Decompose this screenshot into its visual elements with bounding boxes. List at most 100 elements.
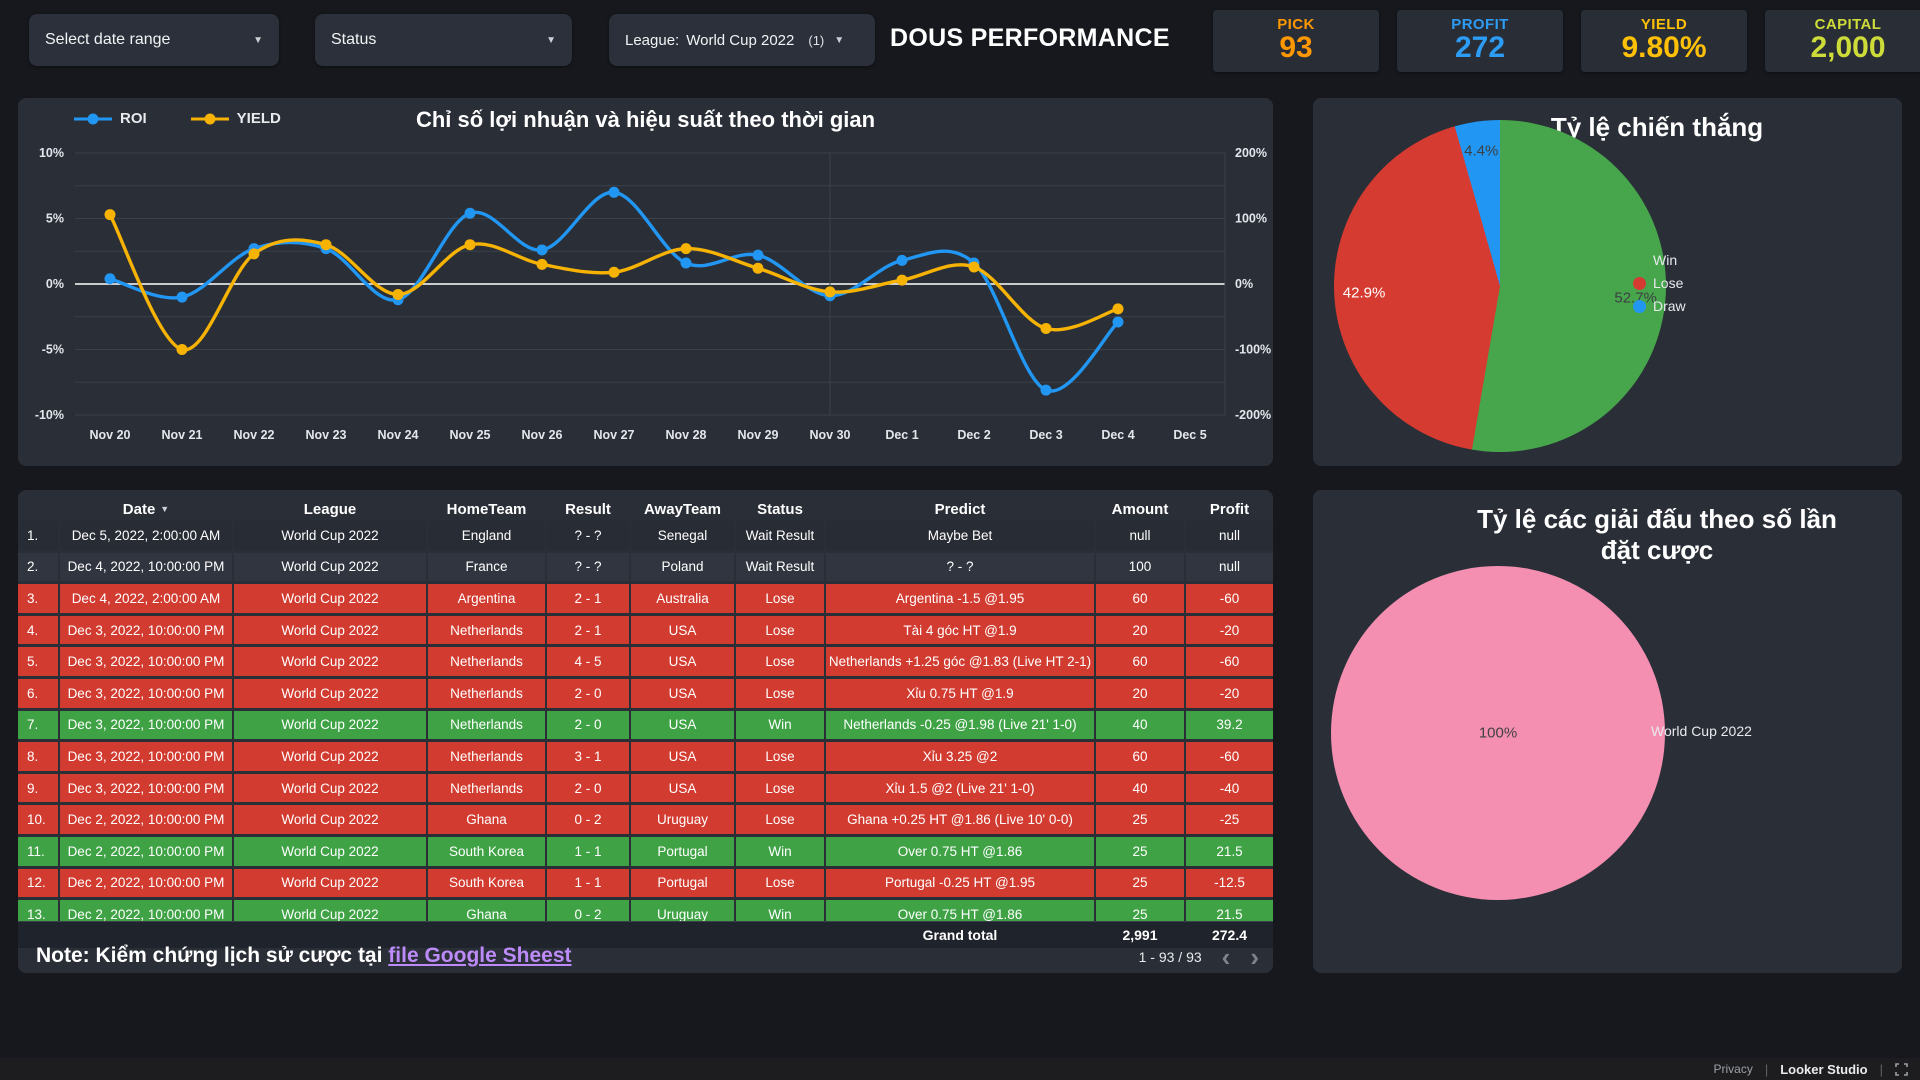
cell-status: Lose [736, 805, 824, 834]
cell-home: Netherlands [428, 742, 545, 771]
league-filter-value: World Cup 2022 [686, 31, 795, 49]
svg-text:Dec 3: Dec 3 [1029, 428, 1062, 442]
table-body: 1. Dec 5, 2022, 2:00:00 AM World Cup 2022 E… [18, 521, 1273, 921]
cell-num: 1. [18, 521, 58, 550]
table-row: 11. Dec 2, 2022, 10:00:00 PM World Cup 202… [18, 836, 1273, 869]
cell-away: USA [631, 742, 734, 771]
cell-profit: -40 [1186, 773, 1273, 803]
svg-text:10%: 10% [39, 146, 64, 160]
note-prefix: Note: Kiểm chứng lịch sử cược tại [36, 944, 389, 967]
cell-profit: -20 [1186, 678, 1273, 708]
prev-page-button[interactable]: ‹ [1222, 944, 1231, 970]
cell-num: 7. [18, 710, 58, 740]
cell-result: 0 - 2 [547, 805, 629, 834]
league-filter[interactable]: League: World Cup 2022 (1) ▼ [609, 14, 875, 66]
cell-result: 0 - 2 [547, 900, 629, 921]
chevron-down-icon: ▼ [253, 34, 263, 46]
svg-text:Nov 22: Nov 22 [234, 428, 275, 442]
cell-amount: 60 [1096, 584, 1184, 613]
pie2-title: Tỷ lệ các giải đấu theo số lần đặt cược [1477, 504, 1837, 565]
legend-item-win: Win [1633, 252, 1686, 268]
cell-status: Lose [736, 678, 824, 708]
date-range-filter[interactable]: Select date range ▼ [29, 14, 279, 66]
privacy-link[interactable]: Privacy [1713, 1062, 1752, 1076]
column-header-home[interactable]: HomeTeam [428, 497, 545, 521]
cell-away: Uruguay [631, 900, 734, 921]
svg-text:Nov 20: Nov 20 [90, 428, 131, 442]
cell-date: Dec 2, 2022, 10:00:00 PM [60, 868, 232, 898]
svg-text:Nov 25: Nov 25 [450, 428, 491, 442]
kpi-cards: PICK 93 PROFIT 272 YIELD 9.80% CAPITAL 2,00… [1213, 10, 1920, 72]
column-header-profit[interactable]: Profit [1186, 497, 1273, 521]
note-text: Note: Kiểm chứng lịch sử cược tại file G… [36, 944, 572, 968]
table-header-row: Date ▼ League HomeTeam Result AwayTeam Status P… [18, 497, 1273, 521]
cell-amount: 20 [1096, 615, 1184, 645]
column-header-result[interactable]: Result [547, 497, 629, 521]
cell-league: World Cup 2022 [234, 552, 426, 582]
grand-total-profit: 272.4 [1211, 927, 1248, 943]
column-header-league[interactable]: League [234, 497, 426, 521]
cell-status: Wait Result [736, 552, 824, 582]
status-filter-label: Status [331, 31, 377, 48]
column-header-status[interactable]: Status [736, 497, 824, 521]
cell-num: 11. [18, 836, 58, 866]
grand-total-amount: 2,991 [1122, 927, 1158, 943]
date-range-filter-label: Select date range [45, 31, 171, 48]
svg-text:200%: 200% [1235, 146, 1267, 160]
cell-league: World Cup 2022 [234, 773, 426, 803]
footer-divider: | [1879, 1061, 1883, 1077]
cell-predict: ? - ? [826, 552, 1094, 582]
fullscreen-icon[interactable] [1895, 1062, 1908, 1076]
svg-text:-10%: -10% [35, 408, 64, 422]
cell-amount: 25 [1096, 868, 1184, 898]
legend-dot-icon [1631, 724, 1644, 738]
cell-league: World Cup 2022 [234, 900, 426, 921]
table-row: 4. Dec 3, 2022, 10:00:00 PM World Cup 2022… [18, 615, 1273, 648]
next-page-button[interactable]: › [1250, 944, 1259, 970]
line-chart-plot[interactable]: 10% 5% 0% -5% -10% 200% 100% 0% -100% -200% Nov 20… [18, 98, 1273, 466]
footer-divider: | [1764, 1061, 1769, 1077]
cell-date: Dec 4, 2022, 2:00:00 AM [60, 584, 232, 613]
page-title: DOUS PERFORMANCE [890, 24, 1170, 52]
grand-total-label: Grand total [922, 927, 998, 943]
footer-bar: Privacy | Looker Studio | [0, 1058, 1920, 1080]
column-header-predict[interactable]: Predict [826, 497, 1094, 521]
column-header-amount[interactable]: Amount [1096, 497, 1184, 521]
kpi-value: 9.80% [1621, 31, 1707, 64]
cell-league: World Cup 2022 [234, 836, 426, 866]
svg-text:Dec 4: Dec 4 [1101, 428, 1134, 442]
table-row: 2. Dec 4, 2022, 10:00:00 PM World Cup 2022… [18, 552, 1273, 585]
pie-legend: World Cup 2022 [1631, 723, 1752, 739]
cell-status: Lose [736, 742, 824, 771]
cell-amount: 25 [1096, 836, 1184, 866]
cell-profit: 21.5 [1186, 900, 1273, 921]
cell-profit: 39.2 [1186, 710, 1273, 740]
google-sheet-link[interactable]: file Google Sheest [388, 944, 571, 967]
cell-date: Dec 3, 2022, 10:00:00 PM [60, 773, 232, 803]
cell-predict: Over 0.75 HT @1.86 [826, 836, 1094, 866]
svg-text:0%: 0% [46, 277, 64, 291]
column-header-away[interactable]: AwayTeam [631, 497, 734, 521]
status-filter[interactable]: Status ▼ [315, 14, 572, 66]
cell-predict: Portugal -0.25 HT @1.95 [826, 868, 1094, 898]
column-header-date[interactable]: Date ▼ [60, 497, 232, 521]
cell-league: World Cup 2022 [234, 521, 426, 550]
cell-league: World Cup 2022 [234, 710, 426, 740]
cell-home: France [428, 552, 545, 582]
cell-amount: 40 [1096, 773, 1184, 803]
cell-home: Netherlands [428, 710, 545, 740]
cell-date: Dec 2, 2022, 10:00:00 PM [60, 805, 232, 834]
pie-legend: Win Lose Draw [1633, 252, 1686, 314]
pie-slice-label: 4.4% [1464, 142, 1499, 160]
cell-num: 13. [18, 900, 58, 921]
cell-home: Netherlands [428, 647, 545, 676]
looker-studio-logo[interactable]: Looker Studio [1780, 1062, 1867, 1077]
cell-status: Lose [736, 615, 824, 645]
svg-text:Nov 29: Nov 29 [738, 428, 779, 442]
cell-num: 6. [18, 678, 58, 708]
cell-home: Ghana [428, 900, 545, 921]
svg-text:Dec 5: Dec 5 [1173, 428, 1206, 442]
svg-text:-200%: -200% [1235, 408, 1271, 422]
cell-date: Dec 3, 2022, 10:00:00 PM [60, 647, 232, 676]
cell-num: 3. [18, 584, 58, 613]
